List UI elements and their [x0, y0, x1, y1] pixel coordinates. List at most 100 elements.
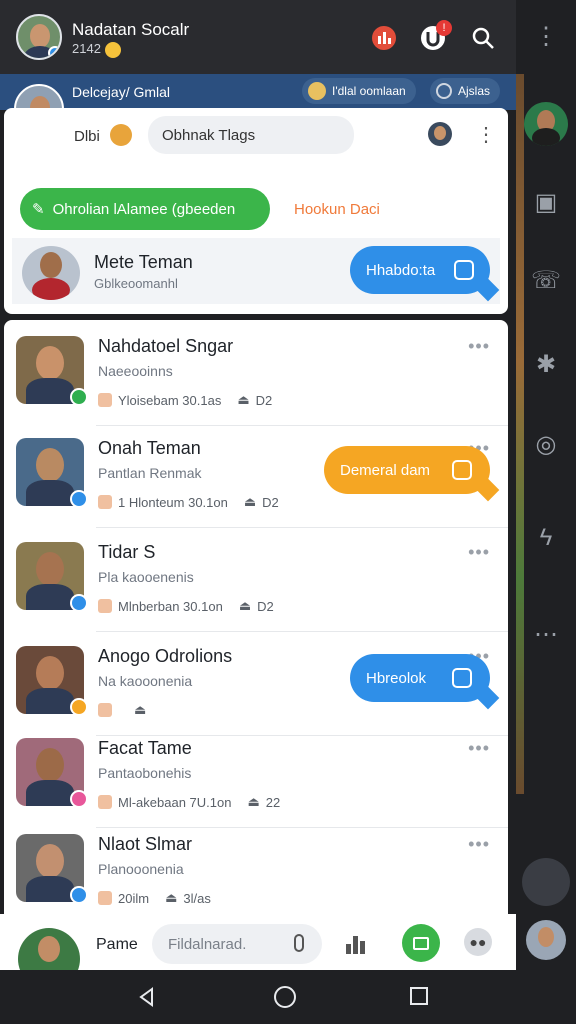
- phone-icon[interactable]: ☏: [516, 266, 576, 295]
- chat-row[interactable]: Facat Tame Pantaobonehis Ml-akebaan 7U.1…: [4, 724, 508, 828]
- app-subtitle: 2142: [72, 41, 121, 58]
- settings-icon: [436, 83, 452, 99]
- account-strip: Delcejay/ Gmlal I'dlal oomlaan Ajslas: [0, 74, 516, 134]
- lock-icon: ⏏: [243, 494, 257, 509]
- smile-emoji-icon: [104, 41, 121, 58]
- microphone-icon[interactable]: [294, 934, 304, 952]
- chat-action-bubble[interactable]: Demeral dam: [324, 446, 500, 502]
- notification-icon[interactable]: !: [418, 20, 452, 52]
- app-root: Nadatan Socalr 2142 ! Delcejay/ Gmlal I'…: [0, 0, 576, 1024]
- chat-more-icon[interactable]: •••: [468, 542, 490, 563]
- rail-avatar[interactable]: [524, 102, 568, 146]
- bar-chart-icon[interactable]: [346, 934, 368, 954]
- chat-more-icon[interactable]: •••: [468, 834, 490, 855]
- composer-label: Pame: [96, 936, 138, 953]
- chat-subtitle: Pantaobonehis: [98, 765, 192, 781]
- calendar-icon: [98, 599, 112, 613]
- status-badge-icon: [70, 388, 88, 406]
- contact-message-button[interactable]: Hhabdo:ta: [350, 246, 500, 302]
- chat-meta: ⏏: [98, 702, 152, 718]
- contact-avatar: [22, 246, 80, 300]
- app-title: Nadatan Socalr: [72, 20, 190, 39]
- chip-avatar: [308, 82, 326, 100]
- chat-subtitle: Pla kaooenenis: [98, 569, 194, 585]
- chat-name: Tidar S: [98, 542, 156, 562]
- chat-meta: Ml-akebaan 7U.1on ⏏ 22: [98, 794, 280, 810]
- status-badge-icon: [70, 886, 88, 904]
- chat-meta: 1 Hlonteum 30.1on ⏏ D2: [98, 494, 279, 510]
- bolt-icon[interactable]: ϟ: [516, 524, 576, 552]
- contact-sub: Gblkeoomanhl: [94, 276, 178, 291]
- search-tags-input[interactable]: Obhnak Tlags: [148, 116, 354, 154]
- chat-subtitle: Pantlan Renmak: [98, 465, 202, 481]
- compose-avatar[interactable]: [428, 122, 452, 146]
- chat-action-bubble[interactable]: Hbreolok: [350, 654, 500, 710]
- message-icon: [454, 260, 474, 280]
- floating-action-icon[interactable]: [522, 858, 570, 906]
- chat-row[interactable]: Nahdatoel Sngar Naeeooinns Yloisebam 30.…: [4, 322, 508, 426]
- more-vertical-icon[interactable]: ⋮: [516, 22, 576, 51]
- search-icon[interactable]: [468, 24, 498, 52]
- image-icon[interactable]: [402, 924, 440, 962]
- chat-subtitle: Naeeooinns: [98, 363, 173, 379]
- chat-name: Nlaot Slmar: [98, 834, 193, 854]
- chat-row[interactable]: Anogo Odrolions Na kaooonenia ⏏ ••• Hbre…: [4, 632, 508, 736]
- composer-input[interactable]: Fildalnarad.: [152, 924, 322, 964]
- message-composer: Pame Fildalnarad. ●●: [0, 914, 516, 990]
- calendar-icon: [98, 393, 112, 407]
- strip-chip-one[interactable]: I'dlal oomlaan: [302, 78, 416, 104]
- person-icon[interactable]: ✱: [516, 350, 576, 379]
- status-badge-icon: [70, 790, 88, 808]
- calendar-icon: [98, 703, 112, 717]
- chat-more-icon[interactable]: •••: [468, 738, 490, 759]
- lock-icon: ⏏: [134, 702, 147, 717]
- chat-more-icon[interactable]: •••: [468, 336, 490, 357]
- calendar-icon: [98, 891, 112, 905]
- home-icon[interactable]: [274, 986, 296, 1008]
- rail-avatar-bottom[interactable]: [526, 920, 566, 960]
- lock-icon: ⏏: [237, 392, 250, 407]
- calendar-icon: [98, 795, 112, 809]
- more-horizontal-icon[interactable]: ⋯: [516, 620, 576, 649]
- more-icon[interactable]: ●●: [464, 928, 492, 956]
- chat-subtitle: Na kaooonenia: [98, 673, 193, 689]
- chat-row[interactable]: Tidar S Pla kaooenenis Mlnberban 30.1on …: [4, 528, 508, 632]
- chat-meta: Mlnberban 30.1on ⏏ D2: [98, 598, 274, 614]
- top-app-bar: Nadatan Socalr 2142 !: [0, 0, 516, 74]
- chart-icon[interactable]: [370, 25, 398, 51]
- circle-icon[interactable]: ◎: [516, 430, 576, 459]
- calendar-icon: [98, 495, 112, 509]
- contact-row[interactable]: Mete Teman Gblkeoomanhl Hhabdo:ta: [12, 238, 500, 304]
- chat-row[interactable]: Nlaot Slmar Planooonenia 20ilm ⏏ 3l/as •…: [4, 820, 508, 924]
- chat-meta: Yloisebam 30.1as ⏏ D2: [98, 392, 272, 408]
- chat-meta: 20ilm ⏏ 3l/as: [98, 890, 211, 906]
- chat-row[interactable]: Onah Teman Pantlan Renmak 1 Hlonteum 30.…: [4, 424, 508, 528]
- chat-name: Nahdatoel Sngar: [98, 336, 234, 356]
- message-icon: [452, 460, 472, 480]
- status-badge-icon: [70, 698, 88, 716]
- strip-chip-two[interactable]: Ajslas: [430, 78, 501, 104]
- compose-more-icon[interactable]: ⋮: [476, 122, 496, 147]
- lock-icon: ⏏: [165, 890, 178, 905]
- orange-link[interactable]: Hookun Daci: [294, 201, 380, 218]
- green-action-button[interactable]: ✎ Ohrolian lAlamee (gbeeden: [20, 188, 270, 230]
- notification-badge: !: [436, 20, 452, 36]
- chat-name: Onah Teman: [98, 438, 201, 458]
- lock-icon: ⏏: [238, 598, 252, 613]
- system-nav-bar: [0, 970, 576, 1024]
- lock-icon: ⏏: [247, 794, 260, 809]
- strip-label: Delcejay/ Gmlal: [72, 84, 171, 100]
- sparkle-icon: ✎: [32, 201, 45, 218]
- back-icon[interactable]: [136, 986, 158, 1013]
- profile-avatar[interactable]: [16, 14, 62, 60]
- emoji-icon: [110, 124, 132, 146]
- recents-icon[interactable]: [410, 987, 428, 1005]
- compose-prefix: Dlbi: [74, 128, 100, 145]
- briefcase-icon[interactable]: ▣: [516, 188, 576, 217]
- status-badge-icon: [70, 490, 88, 508]
- chat-name: Facat Tame: [98, 738, 192, 758]
- chat-subtitle: Planooonenia: [98, 861, 184, 877]
- chat-name: Anogo Odrolions: [98, 646, 233, 666]
- verified-badge-icon: [48, 46, 60, 58]
- status-badge-icon: [70, 594, 88, 612]
